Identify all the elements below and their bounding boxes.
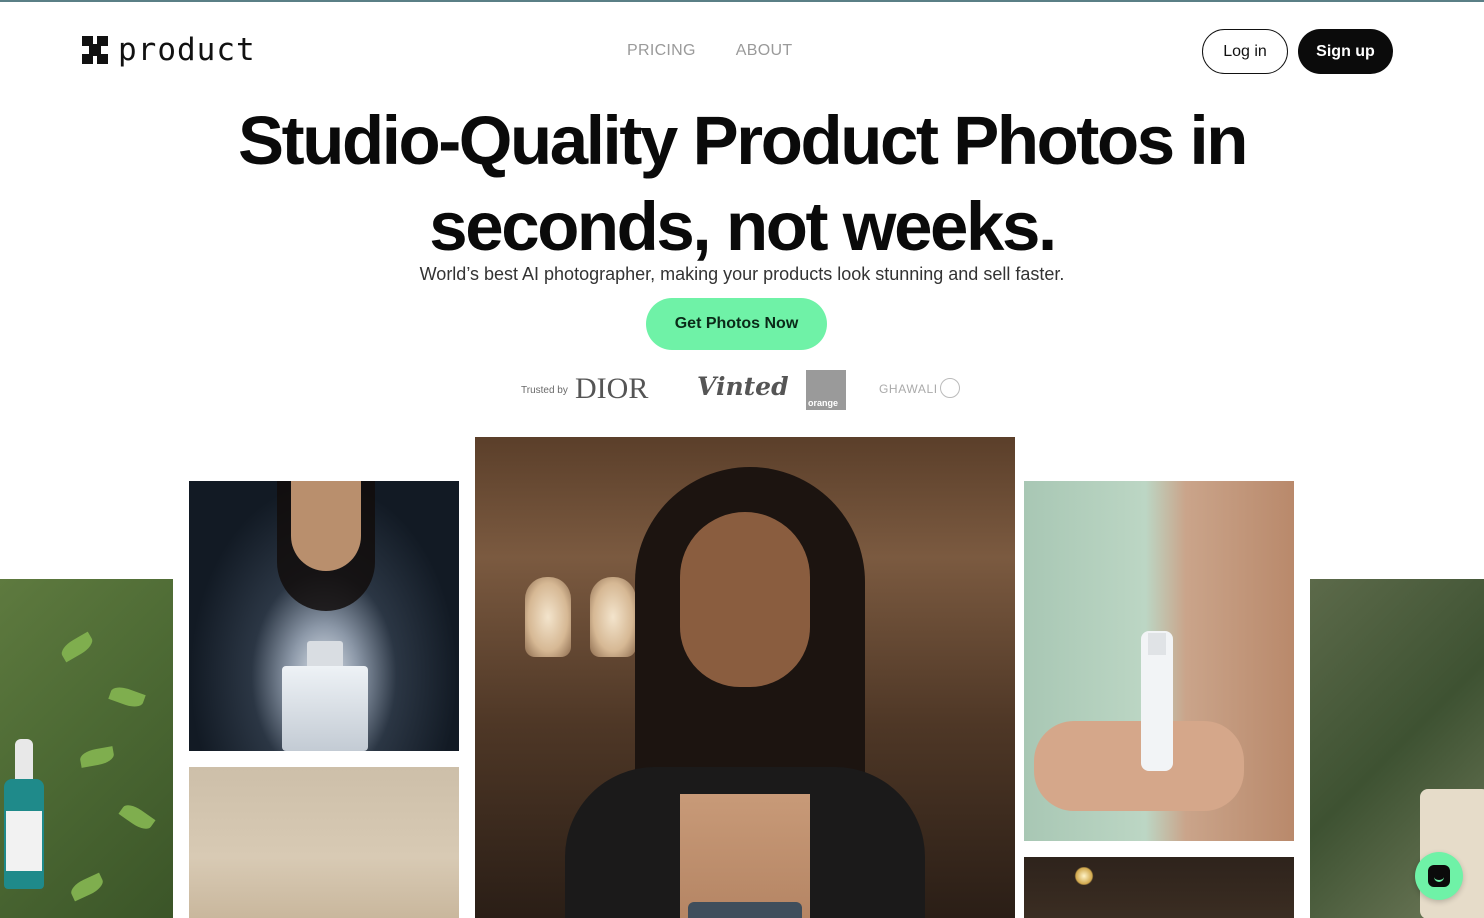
dark-product-photo [1024, 857, 1294, 918]
orange-logo: orange [806, 370, 846, 410]
orange-logo-text: orange [808, 398, 839, 408]
hero-title: Studio-Quality Product Photos in seconds… [0, 98, 1484, 270]
model-face [291, 481, 361, 571]
leaf-shape [78, 746, 116, 768]
ghawali-logo: GHAWALI [879, 382, 938, 396]
product-logo-icon [82, 36, 108, 64]
trusted-by-row: Trusted by DIOR Vinted orange GHAWALI [520, 368, 970, 412]
featured-model-photo [475, 437, 1015, 918]
perfume-bottle [282, 666, 368, 751]
nav-about-link[interactable]: ABOUT [736, 42, 793, 60]
chat-button[interactable] [1415, 852, 1463, 900]
vinted-logo: Vinted [697, 372, 789, 401]
model-face [680, 512, 810, 687]
bathroom-product-photo [189, 767, 459, 918]
top-accent-line [0, 0, 1484, 2]
serum-label [6, 811, 42, 871]
coffee-bag-label [688, 902, 802, 918]
lotion-pump [1148, 633, 1166, 655]
leaf-shape [108, 683, 146, 711]
leaf-shape [118, 800, 156, 834]
chat-icon [1428, 865, 1450, 887]
logo-text: product [118, 31, 256, 68]
hero-subtitle: World’s best AI photographer, making you… [419, 264, 1065, 284]
logo[interactable]: product [80, 34, 256, 66]
signup-button[interactable]: Sign up [1298, 29, 1393, 74]
dior-logo: DIOR [575, 372, 649, 405]
trusted-by-label: Trusted by [521, 385, 568, 396]
lotion-product-photo [1024, 481, 1294, 841]
hero-title-line-2: seconds, not weeks. [429, 188, 1057, 265]
hero-title-line-1: Studio-Quality Product Photos in [238, 102, 1248, 179]
login-button[interactable]: Log in [1202, 29, 1288, 74]
get-photos-button[interactable]: Get Photos Now [646, 298, 827, 350]
coffee-bag [680, 794, 810, 918]
nav-pricing-link[interactable]: PRICING [627, 42, 696, 60]
flower-shape [1074, 867, 1094, 885]
pendant-lamp [590, 577, 636, 657]
model-arm [1034, 721, 1244, 811]
serum-product-photo [0, 579, 173, 918]
leaf-shape [68, 872, 106, 902]
perfume-product-photo [189, 481, 459, 751]
leaf-shape [58, 631, 96, 663]
pendant-lamp [525, 577, 571, 657]
main-nav: PRICING ABOUT [627, 42, 792, 60]
serum-dropper [15, 739, 33, 783]
ghawali-emblem-icon [940, 378, 960, 398]
